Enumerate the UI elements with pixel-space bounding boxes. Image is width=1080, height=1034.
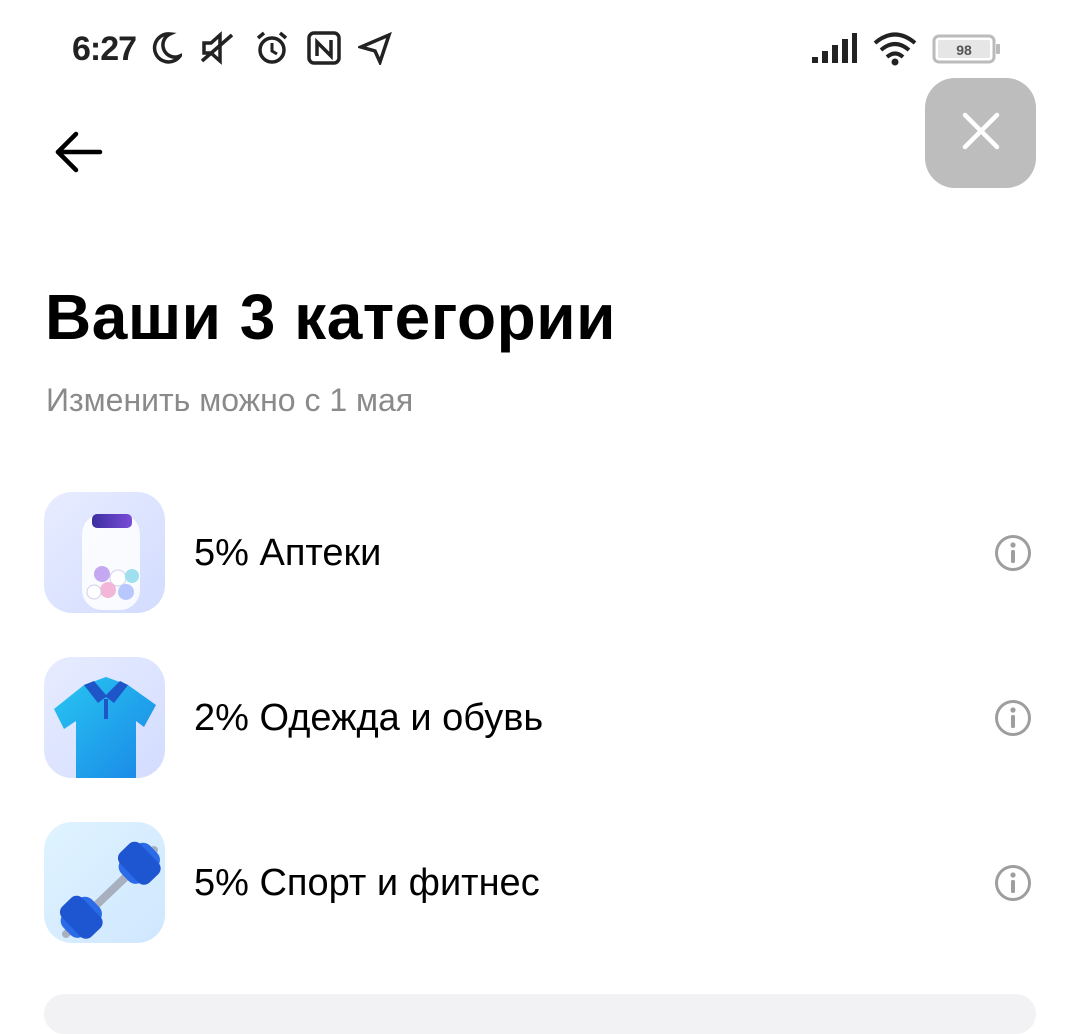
info-button[interactable] bbox=[994, 534, 1032, 572]
category-label: 5% Спорт и фитнес bbox=[194, 862, 540, 904]
moon-icon bbox=[152, 31, 182, 65]
signal-icon bbox=[810, 33, 858, 65]
back-button[interactable] bbox=[48, 124, 108, 184]
pill-bottle-icon bbox=[44, 492, 165, 613]
battery-icon: 98 bbox=[932, 33, 1002, 65]
info-icon bbox=[994, 534, 1032, 572]
mute-icon bbox=[198, 31, 238, 65]
wifi-icon bbox=[872, 32, 918, 66]
status-icons-left bbox=[152, 30, 392, 66]
close-button[interactable] bbox=[925, 78, 1036, 188]
close-icon bbox=[961, 111, 1001, 156]
page-subtitle: Изменить можно с 1 мая bbox=[46, 382, 414, 418]
polo-shirt-icon bbox=[44, 657, 165, 778]
category-item-pharmacy[interactable]: 5% Аптеки bbox=[44, 492, 1036, 613]
category-item-clothing[interactable]: 2% Одежда и обувь bbox=[44, 657, 1036, 778]
dumbbell-icon bbox=[44, 822, 165, 943]
info-icon bbox=[994, 699, 1032, 737]
status-bar: 6:27 98 bbox=[0, 26, 1080, 76]
category-label: 2% Одежда и обувь bbox=[194, 697, 544, 739]
battery-level: 98 bbox=[956, 42, 972, 58]
nfc-icon bbox=[306, 30, 342, 66]
bottom-card bbox=[44, 994, 1036, 1034]
arrow-left-icon bbox=[52, 130, 104, 179]
page-title: Ваши 3 категории bbox=[45, 281, 616, 353]
info-button[interactable] bbox=[994, 864, 1032, 902]
location-arrow-icon bbox=[358, 31, 392, 65]
info-button[interactable] bbox=[994, 699, 1032, 737]
status-icons-right: 98 bbox=[810, 32, 1002, 66]
status-time: 6:27 bbox=[72, 30, 137, 68]
category-item-sport[interactable]: 5% Спорт и фитнес bbox=[44, 822, 1036, 943]
alarm-icon bbox=[254, 30, 290, 66]
info-icon bbox=[994, 864, 1032, 902]
category-label: 5% Аптеки bbox=[194, 532, 382, 574]
